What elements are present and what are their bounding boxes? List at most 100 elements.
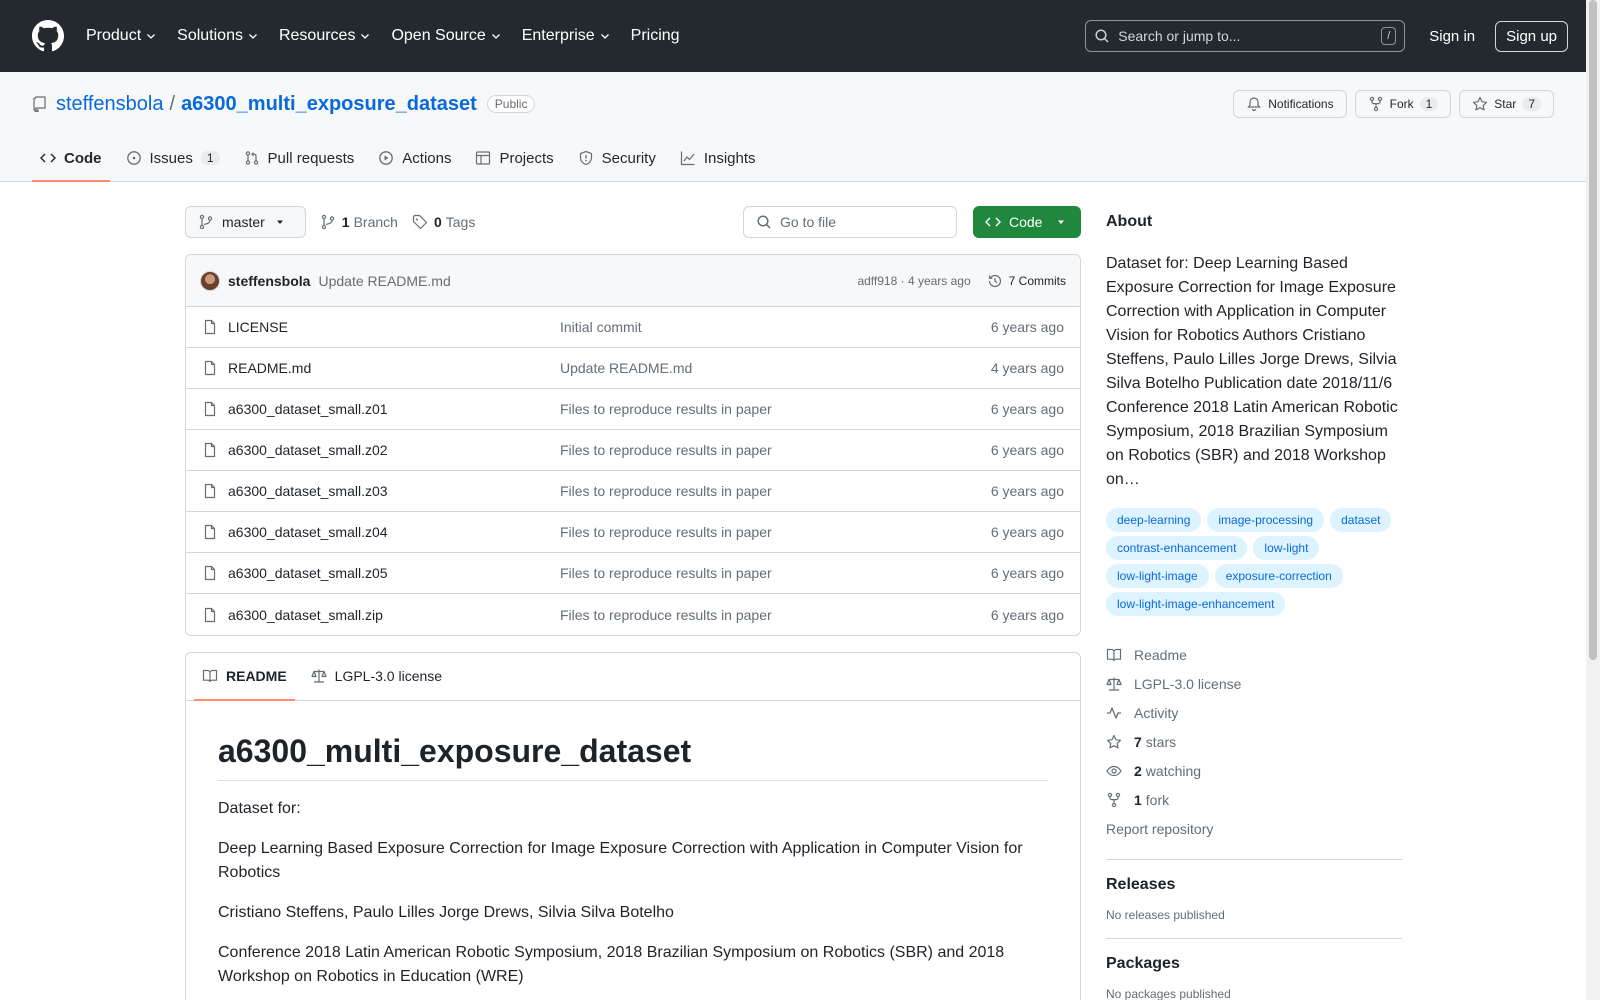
- nav-enterprise-label: Enterprise: [521, 27, 595, 44]
- global-nav: Product Solutions Resources Open Source …: [86, 27, 700, 45]
- branch-label: Branch: [353, 214, 398, 230]
- topic-tag[interactable]: low-light: [1253, 536, 1320, 560]
- topic-tag[interactable]: deep-learning: [1106, 508, 1202, 532]
- scrollbar-thumb[interactable]: [1589, 0, 1597, 660]
- tab-code[interactable]: Code: [32, 135, 110, 182]
- file-commit-link[interactable]: Files to reproduce results in paper: [560, 401, 991, 417]
- pulse-icon: [1107, 706, 1121, 719]
- chevron-down-icon: [491, 34, 500, 39]
- watching-count: 2: [1134, 762, 1142, 779]
- file-name-link[interactable]: a6300_dataset_small.z03: [228, 483, 560, 499]
- readme-tabs: README LGPL-3.0 license: [186, 653, 1080, 701]
- branches-link[interactable]: 1 Branch: [320, 214, 398, 230]
- table-icon: [476, 151, 491, 165]
- topic-tag[interactable]: low-light-image: [1106, 564, 1209, 588]
- stars-link[interactable]: 7 stars: [1106, 727, 1402, 756]
- fork-button[interactable]: Fork 1: [1354, 90, 1452, 118]
- star-button[interactable]: Star 7: [1459, 90, 1554, 118]
- packages-heading[interactable]: Packages: [1106, 955, 1402, 973]
- file-commit-link[interactable]: Update README.md: [560, 360, 991, 376]
- fork-label-sidebar: fork: [1145, 791, 1170, 808]
- divider: [1106, 938, 1402, 939]
- license-link[interactable]: LGPL-3.0 license: [1106, 669, 1402, 698]
- file-commit-link[interactable]: Files to reproduce results in paper: [560, 442, 991, 458]
- readme-paragraph: Cristiano Steffens, Paulo Lilles Jorge D…: [218, 904, 674, 921]
- repo-tabs: Code Issues 1 Pull requests Actions Proj…: [32, 135, 772, 182]
- topic-tag[interactable]: exposure-correction: [1214, 564, 1343, 588]
- file-commit-link[interactable]: Files to reproduce results in paper: [560, 483, 991, 499]
- report-repository-link[interactable]: Report repository: [1106, 814, 1402, 843]
- file-name-link[interactable]: LICENSE: [228, 319, 560, 335]
- keyboard-shortcut-hint: /: [1381, 27, 1397, 45]
- latest-commit: steffensbola Update README.md adff918 · …: [186, 255, 1080, 307]
- tab-projects-label: Projects: [499, 149, 554, 167]
- tab-security[interactable]: Security: [570, 135, 664, 181]
- tab-readme[interactable]: README: [194, 653, 295, 701]
- topic-tag[interactable]: dataset: [1330, 508, 1392, 532]
- topic-tag[interactable]: contrast-enhancement: [1106, 536, 1248, 560]
- file-commit-link[interactable]: Files to reproduce results in paper: [560, 565, 991, 581]
- topic-tag[interactable]: low-light-image-enhancement: [1106, 592, 1286, 616]
- file-name-link[interactable]: a6300_dataset_small.z05: [228, 565, 560, 581]
- commit-meta: adff918 · 4 years ago 7 Commits: [857, 273, 1066, 289]
- activity-link[interactable]: Activity: [1106, 698, 1402, 727]
- repo-owner-link[interactable]: steffensbola: [56, 93, 164, 116]
- file-name-link[interactable]: README.md: [228, 360, 560, 376]
- code-dropdown-button[interactable]: Code: [973, 206, 1081, 238]
- file-name-link[interactable]: a6300_dataset_small.z01: [228, 401, 560, 417]
- avatar[interactable]: [200, 270, 220, 291]
- repo-name-link[interactable]: a6300_multi_exposure_dataset: [181, 93, 477, 116]
- tab-license[interactable]: LGPL-3.0 license: [303, 653, 450, 700]
- file-name-link[interactable]: a6300_dataset_small.zip: [228, 607, 560, 623]
- tab-insights[interactable]: Insights: [672, 135, 764, 181]
- file-age: 6 years ago: [990, 606, 1064, 623]
- readme-link[interactable]: Readme: [1106, 640, 1402, 669]
- tab-security-label: Security: [601, 149, 656, 167]
- file-name-link[interactable]: a6300_dataset_small.z04: [228, 524, 560, 540]
- watchers-link[interactable]: 2 watching: [1106, 756, 1402, 785]
- commit-author-link[interactable]: steffensbola: [228, 273, 310, 289]
- branch-count: 1: [341, 214, 350, 230]
- tab-issues[interactable]: Issues 1: [118, 135, 228, 181]
- tab-insights-label: Insights: [703, 149, 756, 167]
- file-icon: [204, 442, 216, 458]
- sign-up-button[interactable]: Sign up: [1495, 20, 1568, 52]
- chevron-down-icon: [361, 34, 370, 39]
- tag-icon: [412, 214, 428, 230]
- tab-projects[interactable]: Projects: [467, 135, 561, 181]
- releases-heading[interactable]: Releases: [1106, 876, 1402, 894]
- search-icon: [757, 215, 771, 229]
- nav-product[interactable]: Product: [86, 27, 157, 45]
- search-input[interactable]: Search or jump to... /: [1085, 20, 1406, 52]
- nav-enterprise[interactable]: Enterprise: [522, 27, 611, 45]
- sign-in-link[interactable]: Sign in: [1421, 22, 1483, 51]
- go-to-file-input[interactable]: Go to file: [743, 206, 957, 238]
- commit-hash-time[interactable]: adff918 · 4 years ago: [857, 274, 970, 288]
- nav-open-source[interactable]: Open Source: [391, 27, 501, 45]
- github-logo-icon[interactable]: [32, 20, 64, 52]
- file-age: 6 years ago: [990, 524, 1064, 540]
- commits-history-link[interactable]: 7 Commits: [987, 273, 1066, 289]
- nav-resources[interactable]: Resources: [279, 27, 371, 45]
- notifications-button[interactable]: Notifications: [1233, 90, 1347, 118]
- visibility-badge: Public: [486, 95, 536, 113]
- file-commit-link[interactable]: Files to reproduce results in paper: [560, 524, 991, 540]
- topic-tag[interactable]: image-processing: [1207, 508, 1325, 532]
- file-commit-link[interactable]: Initial commit: [560, 319, 991, 335]
- file-name-link[interactable]: a6300_dataset_small.z02: [228, 442, 560, 458]
- tab-pull-requests[interactable]: Pull requests: [236, 135, 363, 181]
- branch-selector[interactable]: master: [185, 206, 306, 238]
- commit-message-link[interactable]: Update README.md: [318, 273, 450, 289]
- tags-link[interactable]: 0 Tags: [412, 214, 475, 230]
- file-icon: [204, 360, 216, 376]
- book-icon: [202, 669, 218, 683]
- nav-solutions[interactable]: Solutions: [177, 27, 259, 45]
- nav-pricing[interactable]: Pricing: [631, 27, 680, 45]
- tab-actions[interactable]: Actions: [370, 135, 459, 181]
- file-commit-link[interactable]: Files to reproduce results in paper: [560, 607, 991, 623]
- star-icon: [1473, 96, 1488, 111]
- path-separator: /: [169, 92, 176, 115]
- page-scrollbar[interactable]: [1586, 0, 1600, 1000]
- readme-panel: README LGPL-3.0 license a6300_multi_expo…: [185, 652, 1081, 1000]
- forks-link[interactable]: 1 fork: [1106, 785, 1402, 814]
